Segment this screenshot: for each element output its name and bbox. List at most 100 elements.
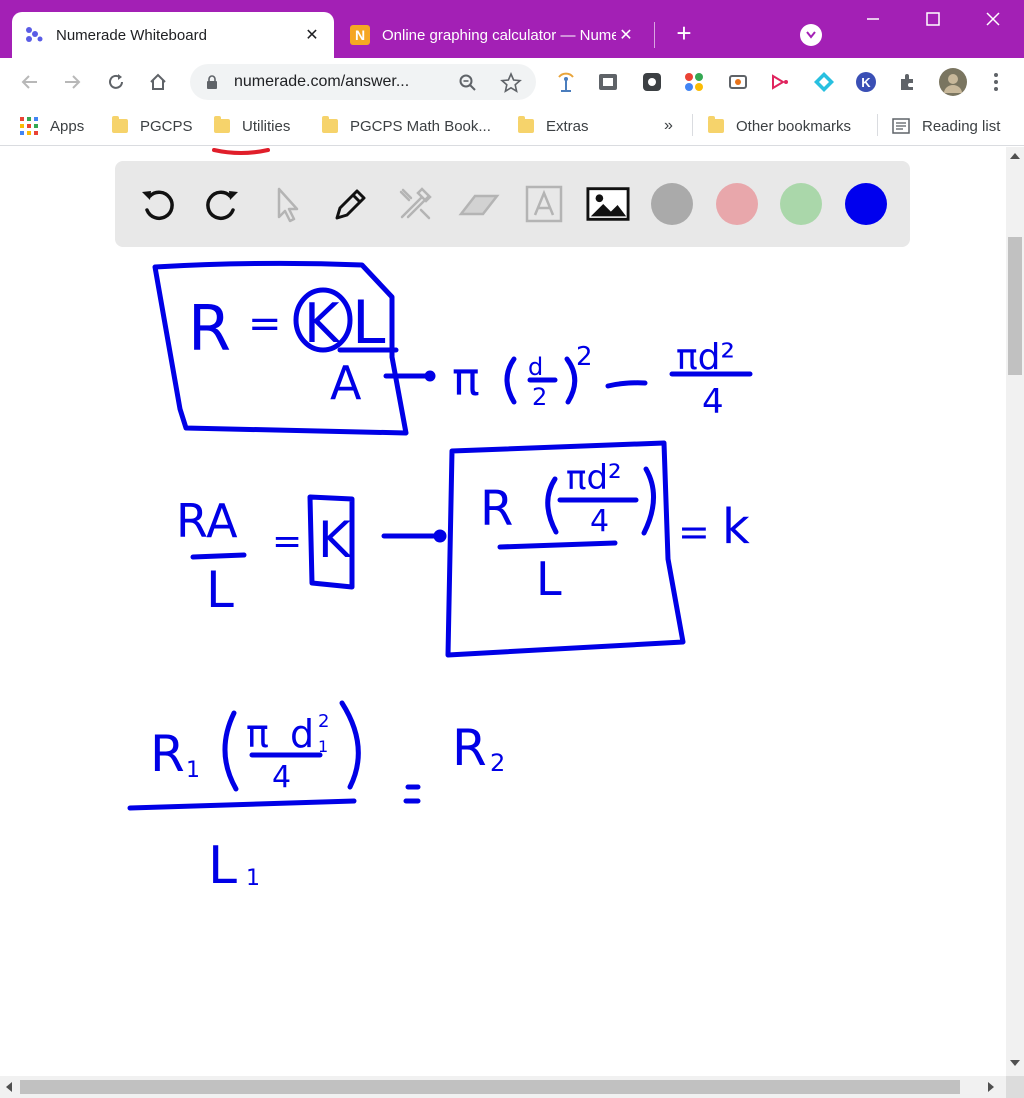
extension-grab-icon[interactable] [640, 70, 664, 94]
minimize-icon[interactable] [858, 8, 888, 34]
ink-text: d [528, 353, 543, 381]
ink-text: d [290, 712, 314, 756]
extension-k-icon[interactable]: K [854, 70, 878, 94]
paren-right-bottom [339, 700, 361, 790]
ink-text: R [480, 481, 513, 537]
bookmark-star-icon[interactable] [500, 71, 522, 99]
apps-grid-icon [20, 117, 38, 135]
folder-icon [518, 116, 534, 133]
ink-text: k [722, 499, 750, 555]
back-icon[interactable] [16, 68, 44, 96]
ink-text: R [150, 725, 185, 783]
horizontal-scrollbar[interactable] [0, 1076, 1006, 1098]
ink-text: = [272, 521, 302, 562]
bookmark-pgcps[interactable]: PGCPS [112, 115, 193, 137]
pgcps-favicon-icon [112, 116, 128, 133]
arrow-area-to-result [605, 380, 648, 389]
tab-search-icon[interactable] [800, 24, 822, 46]
lock-icon[interactable] [206, 75, 218, 94]
ink-text: = [248, 301, 282, 347]
extension-cast-icon[interactable] [726, 70, 750, 94]
ink-text: 1 [186, 758, 200, 783]
horizontal-scroll-thumb[interactable] [20, 1080, 960, 1094]
profile-avatar[interactable] [938, 67, 968, 97]
scroll-left-arrow-icon[interactable] [6, 1082, 12, 1092]
tab-title: Numerade Whiteboard [56, 26, 207, 44]
browser-toolbar: numerade.com/answer... K [0, 58, 1024, 106]
paren-right-area [564, 356, 578, 405]
ink-text: 2 [318, 711, 329, 732]
paren-left-bottom [222, 710, 239, 792]
whiteboard-canvas[interactable]: R = K L A π d 2 2 πd² 4 RA L = K R πd² 4… [0, 147, 1006, 1076]
fraction-bar-bottom [127, 798, 357, 811]
address-bar[interactable]: numerade.com/answer... [190, 64, 536, 100]
close-tab-icon[interactable]: ✕ [616, 25, 636, 45]
ink-text: R [188, 292, 231, 365]
close-tab-icon[interactable]: ✕ [302, 25, 322, 45]
extension-arrow-icon[interactable] [768, 70, 792, 94]
vertical-scrollbar[interactable] [1006, 147, 1024, 1076]
extensions-puzzle-icon[interactable] [896, 70, 920, 94]
ink-text: R [452, 719, 487, 777]
bookmark-label: Apps [50, 117, 85, 135]
scrollbar-corner [1006, 1076, 1024, 1098]
ink-text: 4 [590, 504, 609, 539]
reload-icon[interactable] [102, 68, 130, 96]
ink-text: L [536, 552, 562, 606]
new-tab-button[interactable]: + [670, 20, 698, 48]
ink-text: 2 [490, 749, 505, 777]
ink-text: L [352, 288, 386, 358]
bookmark-other-bookmarks[interactable]: Other bookmarks [708, 115, 851, 137]
extension-apps-icon[interactable] [682, 70, 706, 94]
close-window-icon[interactable] [978, 8, 1008, 34]
tab-numerade-whiteboard[interactable]: Numerade Whiteboard ✕ [12, 12, 334, 58]
bookmark-extras[interactable]: Extras [518, 115, 589, 137]
fraction-bar-box3 [497, 540, 618, 550]
equals-sign-bottom [403, 784, 421, 804]
extension-diamond-icon[interactable] [812, 70, 836, 94]
ink-text: L [208, 836, 237, 896]
tab-title: Online graphing calculator — Numerade [382, 26, 616, 44]
arrow-dot [424, 370, 436, 382]
ink-text: 4 [702, 382, 724, 422]
ink-text: RA [176, 494, 238, 548]
paren-left-box3 [545, 476, 559, 535]
ink-text: 1 [246, 866, 260, 891]
ink-text: 2 [576, 342, 593, 372]
ink-text: π [452, 352, 480, 406]
tab-strip: Numerade Whiteboard ✕ N Online graphing … [0, 0, 1024, 58]
tab-graphing-calculator[interactable]: N Online graphing calculator — Numerade … [338, 12, 648, 58]
bookmarks-separator [692, 114, 693, 136]
extension-antenna-icon[interactable] [554, 70, 578, 94]
reading-list-icon [892, 118, 910, 134]
arrow-dot-2 [433, 529, 447, 543]
bookmarks-overflow-button[interactable]: » [664, 115, 673, 137]
ink-text: π [246, 712, 269, 756]
extension-screen-icon[interactable] [596, 70, 620, 94]
ink-text: K [304, 292, 341, 355]
ink-text: πd² [676, 337, 735, 378]
bookmark-pgcps-math-book[interactable]: PGCPS Math Book... [322, 115, 491, 137]
ink-text: A [330, 356, 362, 410]
home-icon[interactable] [144, 68, 172, 96]
bookmark-label: Extras [546, 117, 589, 135]
scroll-down-arrow-icon[interactable] [1010, 1060, 1020, 1066]
bookmark-label: PGCPS Math Book... [350, 117, 491, 135]
bookmark-utilities[interactable]: Utilities [214, 115, 290, 137]
bookmark-apps[interactable]: Apps [20, 115, 84, 137]
scroll-right-arrow-icon[interactable] [988, 1082, 994, 1092]
folder-icon [214, 116, 230, 133]
scroll-up-arrow-icon[interactable] [1010, 153, 1020, 159]
zoom-icon[interactable] [458, 73, 478, 98]
ink-text: K [318, 511, 352, 569]
menu-kebab-icon[interactable] [984, 70, 1008, 94]
bookmark-label: Utilities [242, 117, 291, 135]
vertical-scroll-thumb[interactable] [1008, 237, 1022, 375]
ink-text: 1 [318, 737, 328, 756]
maximize-icon[interactable] [918, 8, 948, 34]
bookmark-reading-list[interactable]: Reading list [892, 115, 1000, 137]
ink-text: 4 [272, 760, 291, 795]
bookmark-label: Other bookmarks [736, 117, 852, 135]
forward-icon[interactable] [58, 68, 86, 96]
paren-left-area [504, 356, 517, 405]
